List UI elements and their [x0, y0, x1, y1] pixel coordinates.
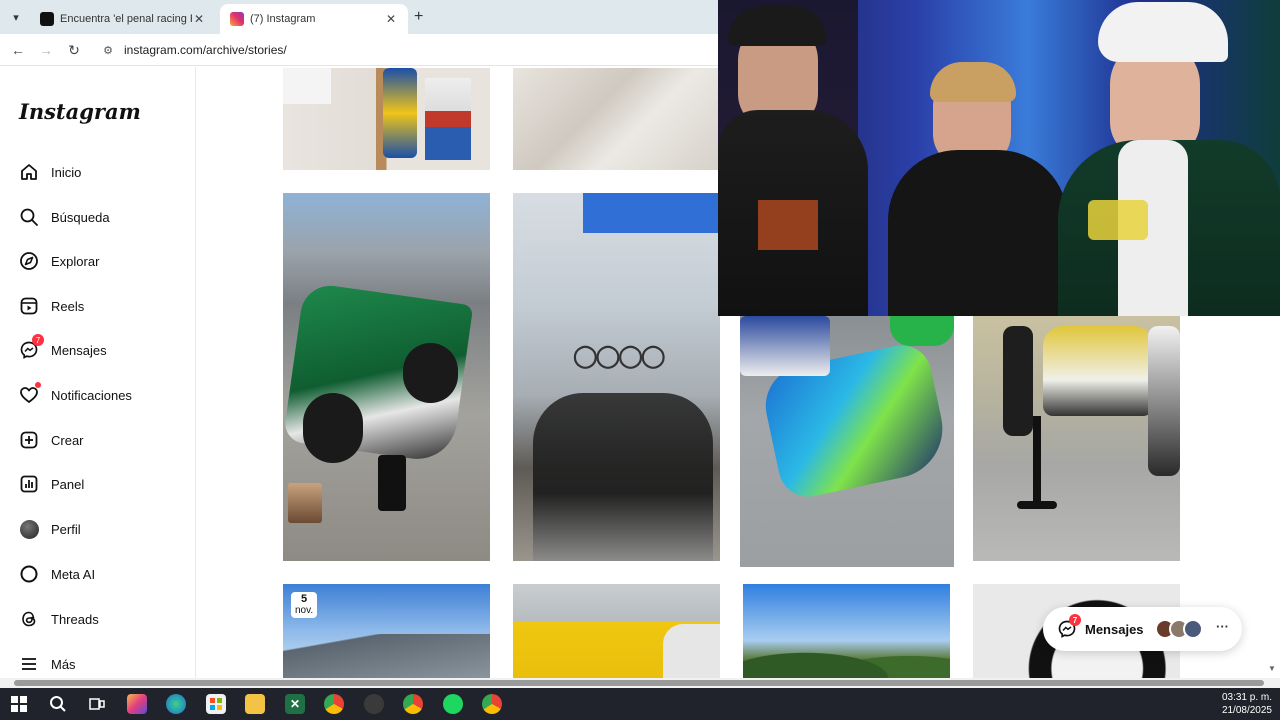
messages-label: Mensajes	[1085, 621, 1144, 637]
avatar-icon	[18, 518, 40, 540]
messenger-icon: 7	[1057, 614, 1081, 639]
story-thumbnail[interactable]	[513, 68, 720, 170]
messenger-icon: 7	[18, 334, 44, 361]
unread-badge: 7	[32, 334, 44, 346]
close-icon[interactable]: ✕	[384, 12, 398, 26]
scroll-down-arrow[interactable]: ▼	[1268, 664, 1276, 673]
notification-dot	[35, 382, 41, 388]
compass-icon	[18, 250, 40, 272]
nav-label: Inicio	[51, 164, 82, 180]
windows-taskbar: ✕ 03:31 p. m. 21/08/2025	[0, 688, 1280, 720]
story-thumbnail[interactable]	[283, 193, 490, 561]
new-tab-button[interactable]: +	[414, 8, 423, 26]
threads-icon	[18, 608, 40, 630]
spotify-icon[interactable]	[443, 694, 463, 714]
address-text: instagram.com/archive/stories/	[124, 43, 287, 57]
menu-icon	[18, 653, 40, 675]
search-icon	[18, 206, 40, 228]
nav-crear[interactable]: Crear	[18, 426, 84, 454]
instagram-icon	[230, 12, 244, 26]
nav-threads[interactable]: Threads	[18, 605, 99, 633]
app-icon[interactable]	[364, 694, 384, 714]
site-info-icon[interactable]: ⚙	[98, 44, 118, 57]
nav-label: Panel	[51, 476, 85, 492]
nav-label: Reels	[51, 298, 85, 314]
tab-title: Encuentra 'el penal racing Peña	[60, 13, 192, 25]
search-icon[interactable]	[48, 694, 68, 714]
address-bar[interactable]: ⚙ instagram.com/archive/stories/	[98, 38, 718, 62]
story-date-badge: 5 nov.	[291, 592, 318, 618]
story-thumbnail[interactable]	[513, 584, 720, 678]
recent-contacts	[1155, 619, 1203, 639]
windows-start-icon[interactable]	[9, 694, 29, 714]
back-button[interactable]: ←	[8, 40, 28, 60]
unread-badge: 7	[1069, 614, 1081, 626]
nav-mas[interactable]: Más	[18, 650, 76, 678]
story-thumbnail[interactable]: ◯◯◯◯	[513, 193, 720, 561]
profile-thumbnail	[288, 483, 322, 523]
chart-icon	[18, 473, 40, 495]
nav-panel[interactable]: Panel	[18, 470, 84, 498]
instagram-logo[interactable]: Instagram	[19, 99, 141, 124]
messages-pill[interactable]: 7 Mensajes ···	[1043, 607, 1242, 651]
story-thumbnail[interactable]	[283, 68, 490, 170]
nav-label: Threads	[51, 611, 99, 627]
heart-icon	[18, 382, 41, 406]
nav-label: Notificaciones	[51, 387, 132, 403]
task-view-icon[interactable]	[87, 694, 107, 714]
edge-icon[interactable]	[166, 694, 186, 714]
tab-search-button[interactable]: ▾	[6, 7, 26, 27]
clock-time: 03:31 p. m.	[1221, 692, 1272, 703]
excel-icon[interactable]: ✕	[285, 694, 305, 714]
copilot-icon[interactable]	[127, 694, 147, 714]
nav-label: Más	[51, 656, 76, 672]
tab-tiktok[interactable]: Encuentra 'el penal racing Peña ✕	[30, 4, 216, 34]
story-thumbnail[interactable]	[740, 316, 954, 567]
date-month: nov.	[295, 605, 314, 616]
system-clock[interactable]: 03:31 p. m. 21/08/2025	[1222, 691, 1272, 717]
story-thumbnail[interactable]: 5 nov.	[283, 584, 490, 678]
nav-label: Perfil	[51, 521, 81, 537]
contact-avatar	[1183, 619, 1203, 639]
meta-ai-icon	[18, 563, 40, 585]
screen: ▾ Encuentra 'el penal racing Peña ✕ (7) …	[0, 0, 1280, 720]
nav-label: Búsqueda	[51, 209, 110, 225]
story-thumbnail[interactable]	[743, 584, 950, 678]
clock-date: 21/08/2025	[1221, 705, 1272, 716]
nav-busqueda[interactable]: Búsqueda	[18, 203, 110, 231]
nav-explorar[interactable]: Explorar	[18, 247, 99, 275]
forward-button[interactable]: →	[36, 40, 56, 60]
store-icon[interactable]	[206, 694, 226, 714]
instagram-sidebar: Instagram Inicio Búsqueda Explorar Reels	[0, 67, 196, 678]
date-day: 5	[301, 593, 308, 605]
scrollbar-thumb[interactable]	[14, 680, 1264, 686]
story-thumbnail[interactable]	[973, 316, 1180, 561]
nav-perfil[interactable]: Perfil	[18, 515, 81, 543]
home-icon	[18, 161, 40, 183]
nav-reels[interactable]: Reels	[18, 292, 84, 320]
nav-label: Mensajes	[51, 342, 107, 358]
chrome-icon[interactable]	[324, 694, 344, 714]
reels-icon	[18, 295, 40, 317]
chrome-active-icon[interactable]	[482, 694, 502, 714]
nav-label: Explorar	[51, 253, 100, 269]
nav-label: Crear	[51, 432, 84, 448]
horizontal-scrollbar[interactable]	[0, 678, 1280, 688]
file-explorer-icon[interactable]	[245, 694, 265, 714]
tab-title: (7) Instagram	[250, 13, 316, 25]
more-icon: ···	[1216, 619, 1229, 634]
nav-meta-ai[interactable]: Meta AI	[18, 560, 95, 588]
close-icon[interactable]: ✕	[192, 12, 206, 26]
reload-button[interactable]: ↻	[64, 40, 84, 60]
audi-logo: ◯◯◯◯	[573, 343, 665, 368]
tab-instagram[interactable]: (7) Instagram ✕	[220, 4, 408, 34]
plus-square-icon	[18, 429, 40, 451]
nav-inicio[interactable]: Inicio	[18, 158, 81, 186]
nav-label: Meta AI	[51, 566, 96, 582]
nav-notificaciones[interactable]: Notificaciones	[18, 381, 132, 409]
nav-mensajes[interactable]: 7 Mensajes	[18, 334, 107, 364]
tiktok-icon	[40, 12, 54, 26]
chrome-profile-icon[interactable]	[403, 694, 423, 714]
webcam-overlay	[718, 0, 1280, 316]
